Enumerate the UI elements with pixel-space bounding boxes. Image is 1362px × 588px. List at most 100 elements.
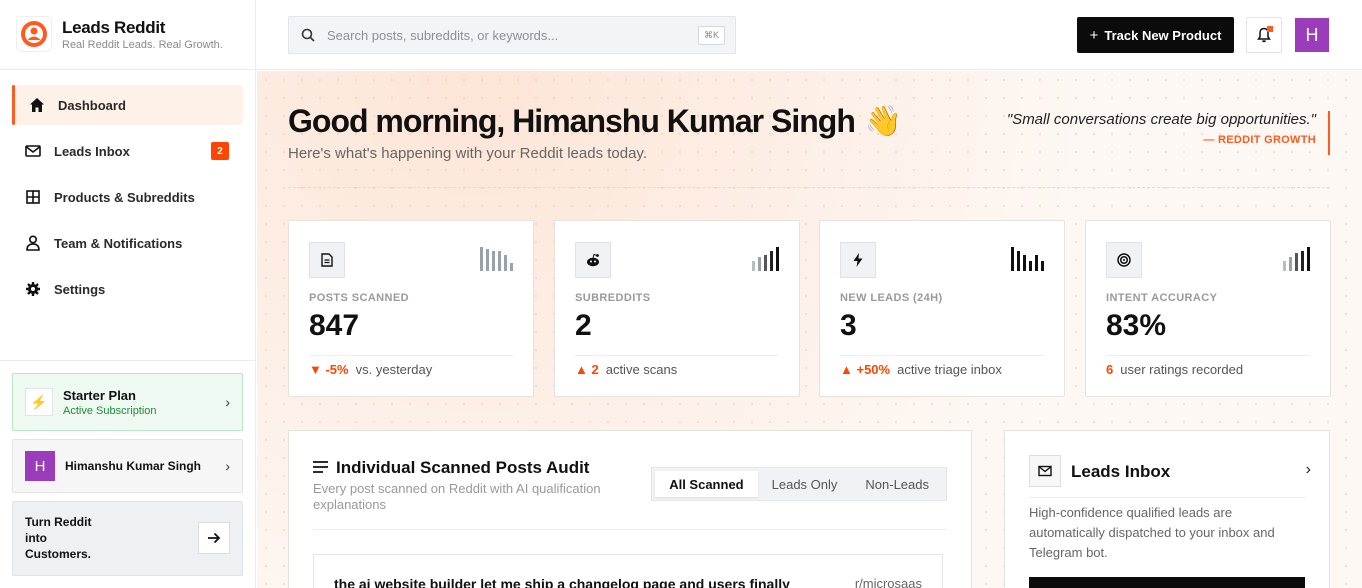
cta-text: Turn Reddit into Customers. xyxy=(25,515,92,561)
sidebar-item-label: Leads Inbox xyxy=(54,143,130,159)
plan-status: Active Subscription xyxy=(63,404,157,417)
cta-card: Turn Reddit into Customers. xyxy=(12,501,243,576)
avatar[interactable]: H xyxy=(1295,18,1329,52)
user-name: Himanshu Kumar Singh xyxy=(65,459,202,473)
quote: "Small conversations create big opportun… xyxy=(1007,111,1330,155)
sidebar-item-products-subreddits[interactable]: Products & Subreddits xyxy=(12,177,243,217)
sidebar-item-dashboard[interactable]: Dashboard xyxy=(12,85,243,125)
mail-icon xyxy=(1029,455,1061,487)
inbox-title: Leads Inbox xyxy=(1071,462,1171,481)
quote-source: — REDDIT GROWTH xyxy=(1203,134,1316,146)
search-placeholder: Search posts, subreddits, or keywords... xyxy=(327,27,559,43)
leads-inbox-panel: Leads Inbox › High-confidence qualified … xyxy=(1004,430,1330,588)
audit-filter-tabs: All Scanned Leads Only Non-Leads xyxy=(651,467,947,501)
divider xyxy=(1029,497,1305,498)
quote-text: "Small conversations create big opportun… xyxy=(1006,111,1316,128)
plan-card[interactable]: ⚡ Starter Plan Active Subscription › xyxy=(12,373,243,431)
plan-title: Starter Plan xyxy=(63,387,136,403)
grid-icon xyxy=(24,188,42,206)
post-title: the ai website builder let me ship a cha… xyxy=(334,576,790,588)
mail-icon xyxy=(24,142,42,160)
reddit-icon xyxy=(575,242,611,278)
arrow-right-button[interactable] xyxy=(198,522,230,554)
keyboard-shortcut: ⌘K xyxy=(697,26,725,45)
sidebar-item-label: Dashboard xyxy=(58,97,126,113)
stat-card-intent-accuracy: INTENT ACCURACY 83% 6 user ratings recor… xyxy=(1085,220,1331,397)
tab-all-scanned[interactable]: All Scanned xyxy=(655,471,758,497)
stat-value: 3 xyxy=(840,309,857,342)
inbox-description: High-confidence qualified leads are auto… xyxy=(1029,505,1275,560)
plus-icon: + xyxy=(1089,26,1099,44)
sidebar-item-settings[interactable]: Settings xyxy=(12,269,243,309)
tab-non-leads[interactable]: Non-Leads xyxy=(851,471,943,497)
divider xyxy=(309,355,513,356)
brand[interactable]: Leads Reddit Real Reddit Leads. Real Gro… xyxy=(16,16,223,52)
audit-title-text: Individual Scanned Posts Audit xyxy=(336,458,590,477)
divider xyxy=(840,355,1044,356)
stat-card-new-leads: NEW LEADS (24H) 3 ▲ +50% active triage i… xyxy=(819,220,1065,397)
sidebar-item-label: Team & Notifications xyxy=(54,235,183,251)
stat-delta: ▲ 2 xyxy=(575,362,599,377)
inbox-action-button[interactable] xyxy=(1029,577,1305,588)
divider xyxy=(0,360,256,361)
stat-delta: ▼ -5% xyxy=(309,362,349,377)
stat-label: NEW LEADS (24H) xyxy=(840,292,943,304)
divider xyxy=(575,355,779,356)
stat-label: POSTS SCANNED xyxy=(309,292,409,304)
divider xyxy=(313,529,947,530)
avatar: H xyxy=(25,451,55,481)
stat-note: user ratings recorded xyxy=(1120,362,1244,377)
stat-footer: ▲ 2 active scans xyxy=(575,362,677,377)
sparkbar-icon xyxy=(1283,247,1310,271)
search-input[interactable]: Search posts, subreddits, or keywords...… xyxy=(288,16,736,54)
stat-delta: 6 xyxy=(1106,362,1114,377)
track-new-product-button[interactable]: + Track New Product xyxy=(1077,17,1234,53)
sidebar-nav: Dashboard Leads Inbox 2 Products & Subre… xyxy=(12,85,243,315)
chevron-right-icon: › xyxy=(225,458,230,474)
main-content: Good morning, Himanshu Kumar Singh 👋 Her… xyxy=(257,71,1362,588)
user-card[interactable]: H Himanshu Kumar Singh › xyxy=(12,439,243,493)
stat-label: SUBREDDITS xyxy=(575,292,651,304)
stat-note: active scans xyxy=(605,362,678,377)
stat-footer: ▼ -5% vs. yesterday xyxy=(309,362,432,377)
stat-delta: ▲ +50% xyxy=(840,362,891,377)
unread-badge: 2 xyxy=(211,142,229,160)
brand-tagline: Real Reddit Leads. Real Growth. xyxy=(62,38,223,51)
list-icon xyxy=(313,458,328,478)
divider xyxy=(0,69,256,70)
greeting-text: Good morning, Himanshu Kumar Singh xyxy=(288,103,856,139)
sparkbar-icon xyxy=(480,247,513,271)
lightning-icon: ⚡ xyxy=(25,388,53,416)
stat-card-subreddits: SUBREDDITS 2 ▲ 2 active scans xyxy=(554,220,800,397)
notification-dot xyxy=(1267,26,1273,32)
brand-logo-icon xyxy=(16,16,52,52)
sidebar-item-leads-inbox[interactable]: Leads Inbox 2 xyxy=(12,131,243,171)
search-icon xyxy=(301,28,315,42)
stat-card-posts-scanned: POSTS SCANNED 847 ▼ -5% vs. yesterday xyxy=(288,220,534,397)
stat-footer: ▲ +50% active triage inbox xyxy=(840,362,1002,377)
topbar: Search posts, subreddits, or keywords...… xyxy=(256,0,1362,70)
stat-label: INTENT ACCURACY xyxy=(1106,292,1218,304)
audit-subtitle: Every post scanned on Reddit with AI qua… xyxy=(313,481,601,512)
table-row[interactable]: the ai website builder let me ship a cha… xyxy=(313,554,943,588)
chevron-right-icon[interactable]: › xyxy=(1306,461,1311,479)
stat-value: 847 xyxy=(309,309,360,342)
sidebar-item-label: Settings xyxy=(54,281,106,297)
notifications-button[interactable] xyxy=(1246,17,1282,53)
arrow-right-icon xyxy=(208,532,221,544)
home-icon xyxy=(28,96,46,114)
sidebar: Leads Reddit Real Reddit Leads. Real Gro… xyxy=(0,0,256,588)
stat-note: active triage inbox xyxy=(897,362,1002,377)
track-button-label: Track New Product xyxy=(1104,27,1222,43)
sparkbar-icon xyxy=(752,247,779,271)
sidebar-item-team-notifications[interactable]: Team & Notifications xyxy=(12,223,243,263)
audit-panel: Individual Scanned Posts Audit Every pos… xyxy=(288,430,972,588)
audit-title: Individual Scanned Posts Audit xyxy=(313,458,589,478)
lightning-icon xyxy=(840,242,876,278)
greeting-heading: Good morning, Himanshu Kumar Singh 👋 xyxy=(288,103,902,140)
gear-icon xyxy=(24,280,42,298)
tab-leads-only[interactable]: Leads Only xyxy=(758,471,852,497)
greeting-subtitle: Here's what's happening with your Reddit… xyxy=(288,145,647,162)
sidebar-item-label: Products & Subreddits xyxy=(54,189,195,205)
stat-footer: 6 user ratings recorded xyxy=(1106,362,1243,377)
